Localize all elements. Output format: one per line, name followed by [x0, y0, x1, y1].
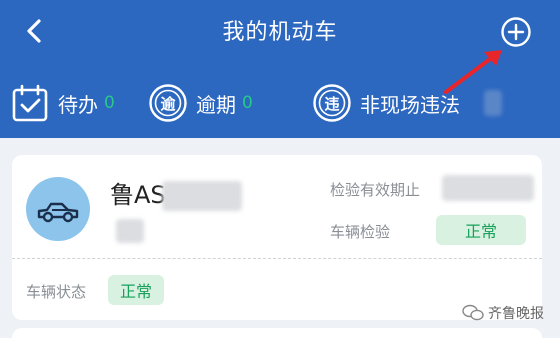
- vehicle-avatar: [26, 177, 90, 241]
- vehicle-card-next[interactable]: [12, 328, 542, 338]
- inspection-status-badge: 正常: [436, 215, 526, 245]
- header-bar: 我的机动车 待办 0 逾 逾期 0 违 非现场违法: [0, 0, 560, 138]
- stat-overdue-label: 逾期: [196, 92, 236, 117]
- overdue-circle-icon: 逾: [149, 84, 187, 122]
- stat-overdue[interactable]: 逾 逾期 0: [148, 80, 253, 126]
- vehicle-card[interactable]: 鲁AS 检验有效期止 车辆检验 正常 车辆状态 正常: [12, 155, 542, 320]
- redacted-expiry-date: [442, 175, 534, 201]
- calendar-check-icon: [12, 84, 48, 122]
- card-divider: [12, 258, 542, 259]
- car-icon: [37, 202, 79, 223]
- stat-todo[interactable]: 待办 0: [10, 80, 115, 126]
- stat-overdue-count: 0: [242, 93, 253, 113]
- violation-circle-icon: 违: [313, 84, 351, 122]
- inspection-label: 车辆检验: [330, 223, 391, 241]
- watermark: 齐鲁晚报: [462, 303, 544, 323]
- plate-number: 鲁AS: [110, 181, 166, 209]
- stat-todo-count: 0: [104, 93, 115, 113]
- overdue-icon-glyph: 逾: [160, 95, 176, 113]
- violation-icon-glyph: 违: [324, 95, 339, 113]
- page-title: 我的机动车: [222, 20, 338, 45]
- watermark-text: 齐鲁晚报: [488, 306, 544, 322]
- stat-violation[interactable]: 违 非现场违法: [312, 80, 460, 126]
- wechat-icon: [462, 304, 484, 321]
- redacted-model: [116, 219, 144, 243]
- redacted-count: [484, 90, 502, 116]
- redacted-plate: [162, 181, 242, 211]
- vehicle-status-label: 车辆状态: [26, 283, 87, 301]
- stat-todo-label: 待办: [58, 92, 98, 117]
- stats-row: 待办 0 逾 逾期 0 违 非现场违法: [0, 80, 560, 126]
- vehicle-status-badge: 正常: [108, 275, 164, 305]
- inspection-expiry-label: 检验有效期止: [330, 181, 421, 199]
- stat-violation-label: 非现场违法: [360, 92, 460, 117]
